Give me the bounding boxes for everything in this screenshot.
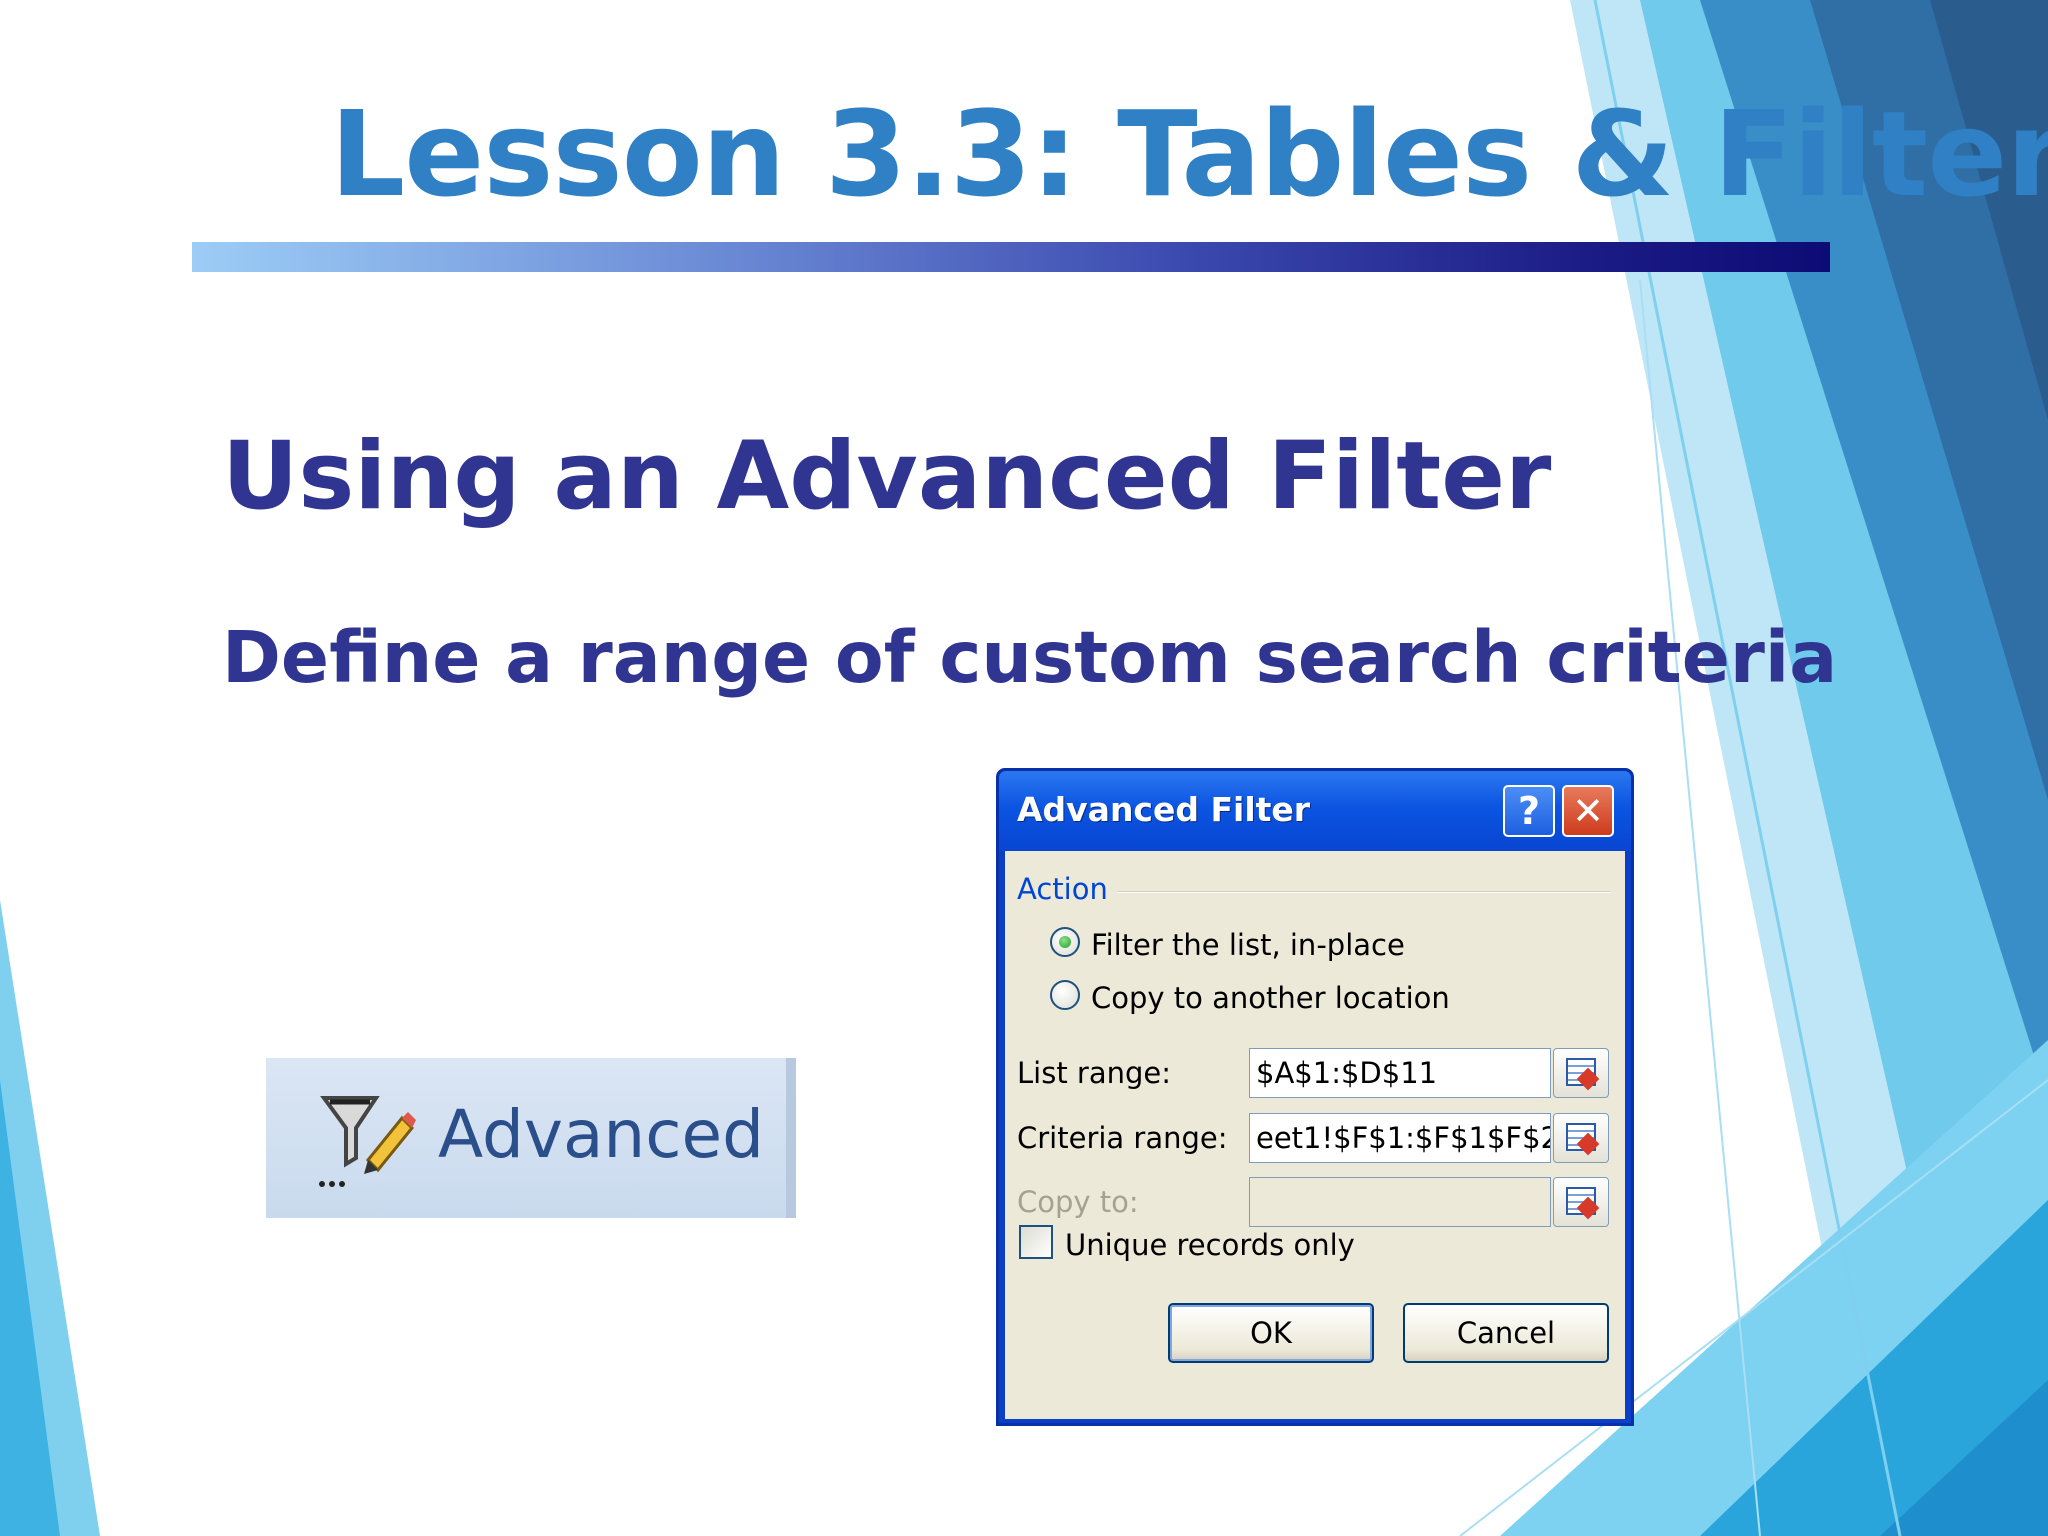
ok-button[interactable]: OK: [1168, 1303, 1374, 1363]
dialog-body: Action Filter the list, in-place Copy to…: [1005, 851, 1625, 1419]
criteria-range-input[interactable]: eet1!$F$1:$F$1$F$2: [1249, 1113, 1551, 1163]
criteria-range-picker-button[interactable]: [1553, 1113, 1609, 1163]
list-range-label: List range:: [1017, 1056, 1172, 1090]
dialog-title: Advanced Filter: [1017, 790, 1311, 829]
copy-to-label: Copy to:: [1017, 1185, 1139, 1219]
unique-records-checkbox[interactable]: [1019, 1225, 1053, 1259]
radio-selected-dot: [1059, 936, 1071, 948]
help-button[interactable]: ?: [1503, 785, 1555, 837]
filter-in-place-radio[interactable]: [1050, 927, 1080, 957]
advanced-button-label: Advanced: [438, 1096, 765, 1173]
unique-records-label[interactable]: Unique records only: [1065, 1231, 1355, 1260]
action-group-label: Action: [1017, 872, 1108, 906]
dialog-titlebar: Advanced Filter ? ✕: [999, 771, 1631, 851]
advanced-filter-icon: [319, 1096, 416, 1187]
slide-title: Lesson 3.3: Tables & Filters: [330, 85, 2048, 223]
title-underline-bar: [192, 242, 1830, 272]
advanced-filter-button[interactable]: Advanced: [266, 1058, 796, 1218]
copy-to-input[interactable]: [1249, 1177, 1551, 1227]
slide-subheading: Define a range of custom search criteria: [222, 616, 1838, 699]
copy-to-location-radio[interactable]: [1050, 980, 1080, 1010]
group-divider: [1117, 891, 1611, 893]
filter-in-place-label[interactable]: Filter the list, in-place: [1091, 931, 1405, 960]
list-range-picker-button[interactable]: [1553, 1048, 1609, 1098]
copy-to-picker-button[interactable]: [1553, 1177, 1609, 1227]
copy-to-location-label[interactable]: Copy to another location: [1091, 984, 1450, 1013]
list-range-input[interactable]: $A$1:$D$11: [1249, 1048, 1551, 1098]
slide-heading: Using an Advanced Filter: [222, 422, 1552, 531]
advanced-filter-dialog: Advanced Filter ? ✕ Action Filter the li…: [996, 768, 1634, 1426]
cancel-button[interactable]: Cancel: [1403, 1303, 1609, 1363]
criteria-range-label: Criteria range:: [1017, 1121, 1228, 1155]
close-button[interactable]: ✕: [1562, 785, 1614, 837]
